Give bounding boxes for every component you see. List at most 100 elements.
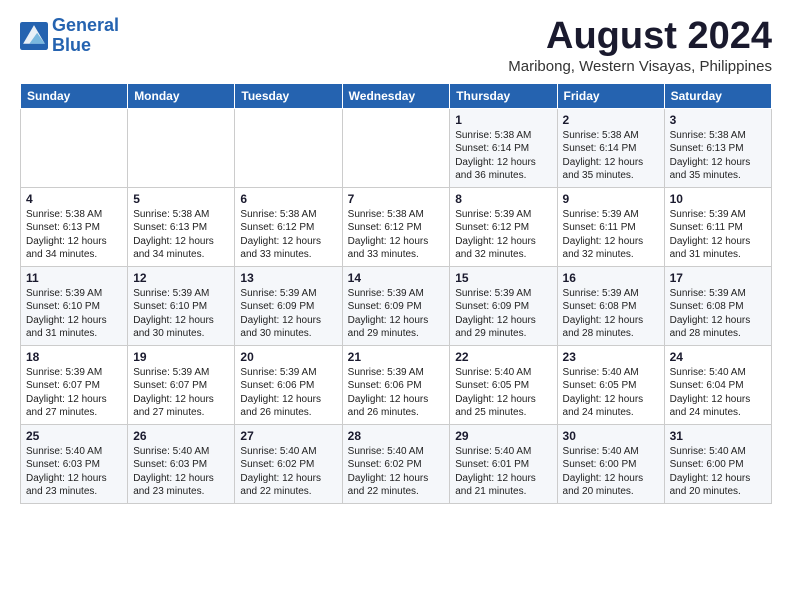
- day-info: Sunrise: 5:39 AM Sunset: 6:08 PM Dayligh…: [563, 287, 659, 341]
- week-row-1: 1 Sunrise: 5:38 AM Sunset: 6:14 PM Daylig…: [21, 108, 772, 187]
- calendar-cell: 23 Sunrise: 5:40 AM Sunset: 6:05 PM Dayli…: [557, 345, 664, 424]
- calendar-cell: 6 Sunrise: 5:38 AM Sunset: 6:12 PM Daylig…: [235, 187, 342, 266]
- subtitle: Maribong, Western Visayas, Philippines: [508, 58, 772, 75]
- calendar-cell: 8 Sunrise: 5:39 AM Sunset: 6:12 PM Daylig…: [450, 187, 557, 266]
- day-info: Sunrise: 5:38 AM Sunset: 6:12 PM Dayligh…: [348, 208, 445, 262]
- day-info: Sunrise: 5:39 AM Sunset: 6:09 PM Dayligh…: [348, 287, 445, 341]
- calendar-cell: 30 Sunrise: 5:40 AM Sunset: 6:00 PM Dayli…: [557, 424, 664, 503]
- day-info: Sunrise: 5:40 AM Sunset: 6:00 PM Dayligh…: [563, 445, 659, 499]
- day-info: Sunrise: 5:39 AM Sunset: 6:11 PM Dayligh…: [563, 208, 659, 262]
- day-number: 23: [563, 350, 659, 364]
- day-number: 16: [563, 271, 659, 285]
- day-number: 2: [563, 113, 659, 127]
- calendar-cell: 4 Sunrise: 5:38 AM Sunset: 6:13 PM Daylig…: [21, 187, 128, 266]
- calendar-cell: 27Sunrise: 5:40 AM Sunset: 6:02 PM Dayli…: [235, 424, 342, 503]
- calendar-cell: 28 Sunrise: 5:40 AM Sunset: 6:02 PM Dayli…: [342, 424, 450, 503]
- page-header: General Blue August 2024 Maribong, Weste…: [20, 16, 772, 75]
- week-row-5: 25 Sunrise: 5:40 AM Sunset: 6:03 PM Dayli…: [21, 424, 772, 503]
- day-info: Sunrise: 5:40 AM Sunset: 6:05 PM Dayligh…: [563, 366, 659, 420]
- day-info: Sunrise: 5:40 AM Sunset: 6:02 PM Dayligh…: [240, 445, 336, 499]
- day-info: Sunrise: 5:39 AM Sunset: 6:10 PM Dayligh…: [133, 287, 229, 341]
- calendar-cell: 1 Sunrise: 5:38 AM Sunset: 6:14 PM Daylig…: [450, 108, 557, 187]
- day-number: 10: [670, 192, 766, 206]
- calendar-cell: 31 Sunrise: 5:40 AM Sunset: 6:00 PM Dayli…: [664, 424, 771, 503]
- weekday-thursday: Thursday: [450, 83, 557, 108]
- calendar-cell: 20 Sunrise: 5:39 AM Sunset: 6:06 PM Dayli…: [235, 345, 342, 424]
- calendar-cell: 26 Sunrise: 5:40 AM Sunset: 6:03 PM Dayli…: [128, 424, 235, 503]
- weekday-tuesday: Tuesday: [235, 83, 342, 108]
- day-info: Sunrise: 5:38 AM Sunset: 6:14 PM Dayligh…: [563, 129, 659, 183]
- day-info: Sunrise: 5:39 AM Sunset: 6:12 PM Dayligh…: [455, 208, 551, 262]
- weekday-monday: Monday: [128, 83, 235, 108]
- day-number: 26: [133, 429, 229, 443]
- day-info: Sunrise: 5:39 AM Sunset: 6:09 PM Dayligh…: [240, 287, 336, 341]
- day-number: 25: [26, 429, 122, 443]
- day-info: Sunrise: 5:40 AM Sunset: 6:02 PM Dayligh…: [348, 445, 445, 499]
- calendar-cell: 3Sunrise: 5:38 AM Sunset: 6:13 PM Daylig…: [664, 108, 771, 187]
- calendar-cell: 10 Sunrise: 5:39 AM Sunset: 6:11 PM Dayli…: [664, 187, 771, 266]
- week-row-3: 11Sunrise: 5:39 AM Sunset: 6:10 PM Dayli…: [21, 266, 772, 345]
- day-number: 1: [455, 113, 551, 127]
- calendar-cell: [342, 108, 450, 187]
- day-info: Sunrise: 5:39 AM Sunset: 6:08 PM Dayligh…: [670, 287, 766, 341]
- day-info: Sunrise: 5:39 AM Sunset: 6:10 PM Dayligh…: [26, 287, 122, 341]
- logo-icon: [20, 22, 48, 50]
- day-number: 19: [133, 350, 229, 364]
- day-info: Sunrise: 5:38 AM Sunset: 6:13 PM Dayligh…: [670, 129, 766, 183]
- week-row-2: 4 Sunrise: 5:38 AM Sunset: 6:13 PM Daylig…: [21, 187, 772, 266]
- main-title: August 2024: [508, 16, 772, 58]
- day-number: 4: [26, 192, 122, 206]
- calendar-cell: [21, 108, 128, 187]
- calendar-cell: 25 Sunrise: 5:40 AM Sunset: 6:03 PM Dayli…: [21, 424, 128, 503]
- calendar-cell: 7Sunrise: 5:38 AM Sunset: 6:12 PM Daylig…: [342, 187, 450, 266]
- day-info: Sunrise: 5:38 AM Sunset: 6:13 PM Dayligh…: [133, 208, 229, 262]
- day-number: 31: [670, 429, 766, 443]
- day-number: 17: [670, 271, 766, 285]
- day-info: Sunrise: 5:39 AM Sunset: 6:11 PM Dayligh…: [670, 208, 766, 262]
- calendar-cell: 13Sunrise: 5:39 AM Sunset: 6:09 PM Dayli…: [235, 266, 342, 345]
- logo-text: General Blue: [52, 16, 119, 56]
- day-number: 8: [455, 192, 551, 206]
- calendar-cell: [128, 108, 235, 187]
- day-info: Sunrise: 5:38 AM Sunset: 6:12 PM Dayligh…: [240, 208, 336, 262]
- day-number: 9: [563, 192, 659, 206]
- calendar-cell: 19Sunrise: 5:39 AM Sunset: 6:07 PM Dayli…: [128, 345, 235, 424]
- calendar-cell: 2 Sunrise: 5:38 AM Sunset: 6:14 PM Daylig…: [557, 108, 664, 187]
- day-info: Sunrise: 5:40 AM Sunset: 6:05 PM Dayligh…: [455, 366, 551, 420]
- day-number: 22: [455, 350, 551, 364]
- day-info: Sunrise: 5:40 AM Sunset: 6:03 PM Dayligh…: [26, 445, 122, 499]
- day-number: 28: [348, 429, 445, 443]
- calendar-cell: 21Sunrise: 5:39 AM Sunset: 6:06 PM Dayli…: [342, 345, 450, 424]
- day-number: 20: [240, 350, 336, 364]
- day-info: Sunrise: 5:40 AM Sunset: 6:01 PM Dayligh…: [455, 445, 551, 499]
- day-info: Sunrise: 5:39 AM Sunset: 6:07 PM Dayligh…: [26, 366, 122, 420]
- calendar-cell: 24Sunrise: 5:40 AM Sunset: 6:04 PM Dayli…: [664, 345, 771, 424]
- calendar-cell: 29Sunrise: 5:40 AM Sunset: 6:01 PM Dayli…: [450, 424, 557, 503]
- day-number: 30: [563, 429, 659, 443]
- weekday-wednesday: Wednesday: [342, 83, 450, 108]
- calendar-cell: 15Sunrise: 5:39 AM Sunset: 6:09 PM Dayli…: [450, 266, 557, 345]
- day-number: 6: [240, 192, 336, 206]
- day-number: 12: [133, 271, 229, 285]
- day-info: Sunrise: 5:39 AM Sunset: 6:06 PM Dayligh…: [240, 366, 336, 420]
- calendar-cell: 9 Sunrise: 5:39 AM Sunset: 6:11 PM Daylig…: [557, 187, 664, 266]
- day-number: 15: [455, 271, 551, 285]
- weekday-sunday: Sunday: [21, 83, 128, 108]
- weekday-header-row: SundayMondayTuesdayWednesdayThursdayFrid…: [21, 83, 772, 108]
- calendar-cell: 22 Sunrise: 5:40 AM Sunset: 6:05 PM Dayli…: [450, 345, 557, 424]
- calendar-cell: 17 Sunrise: 5:39 AM Sunset: 6:08 PM Dayli…: [664, 266, 771, 345]
- day-info: Sunrise: 5:40 AM Sunset: 6:00 PM Dayligh…: [670, 445, 766, 499]
- day-info: Sunrise: 5:38 AM Sunset: 6:14 PM Dayligh…: [455, 129, 551, 183]
- day-number: 14: [348, 271, 445, 285]
- day-number: 18: [26, 350, 122, 364]
- title-block: August 2024 Maribong, Western Visayas, P…: [508, 16, 772, 75]
- weekday-friday: Friday: [557, 83, 664, 108]
- day-number: 21: [348, 350, 445, 364]
- week-row-4: 18 Sunrise: 5:39 AM Sunset: 6:07 PM Dayli…: [21, 345, 772, 424]
- day-info: Sunrise: 5:40 AM Sunset: 6:03 PM Dayligh…: [133, 445, 229, 499]
- day-info: Sunrise: 5:38 AM Sunset: 6:13 PM Dayligh…: [26, 208, 122, 262]
- logo: General Blue: [20, 16, 119, 56]
- calendar-cell: 14 Sunrise: 5:39 AM Sunset: 6:09 PM Dayli…: [342, 266, 450, 345]
- calendar-cell: 5 Sunrise: 5:38 AM Sunset: 6:13 PM Daylig…: [128, 187, 235, 266]
- day-number: 5: [133, 192, 229, 206]
